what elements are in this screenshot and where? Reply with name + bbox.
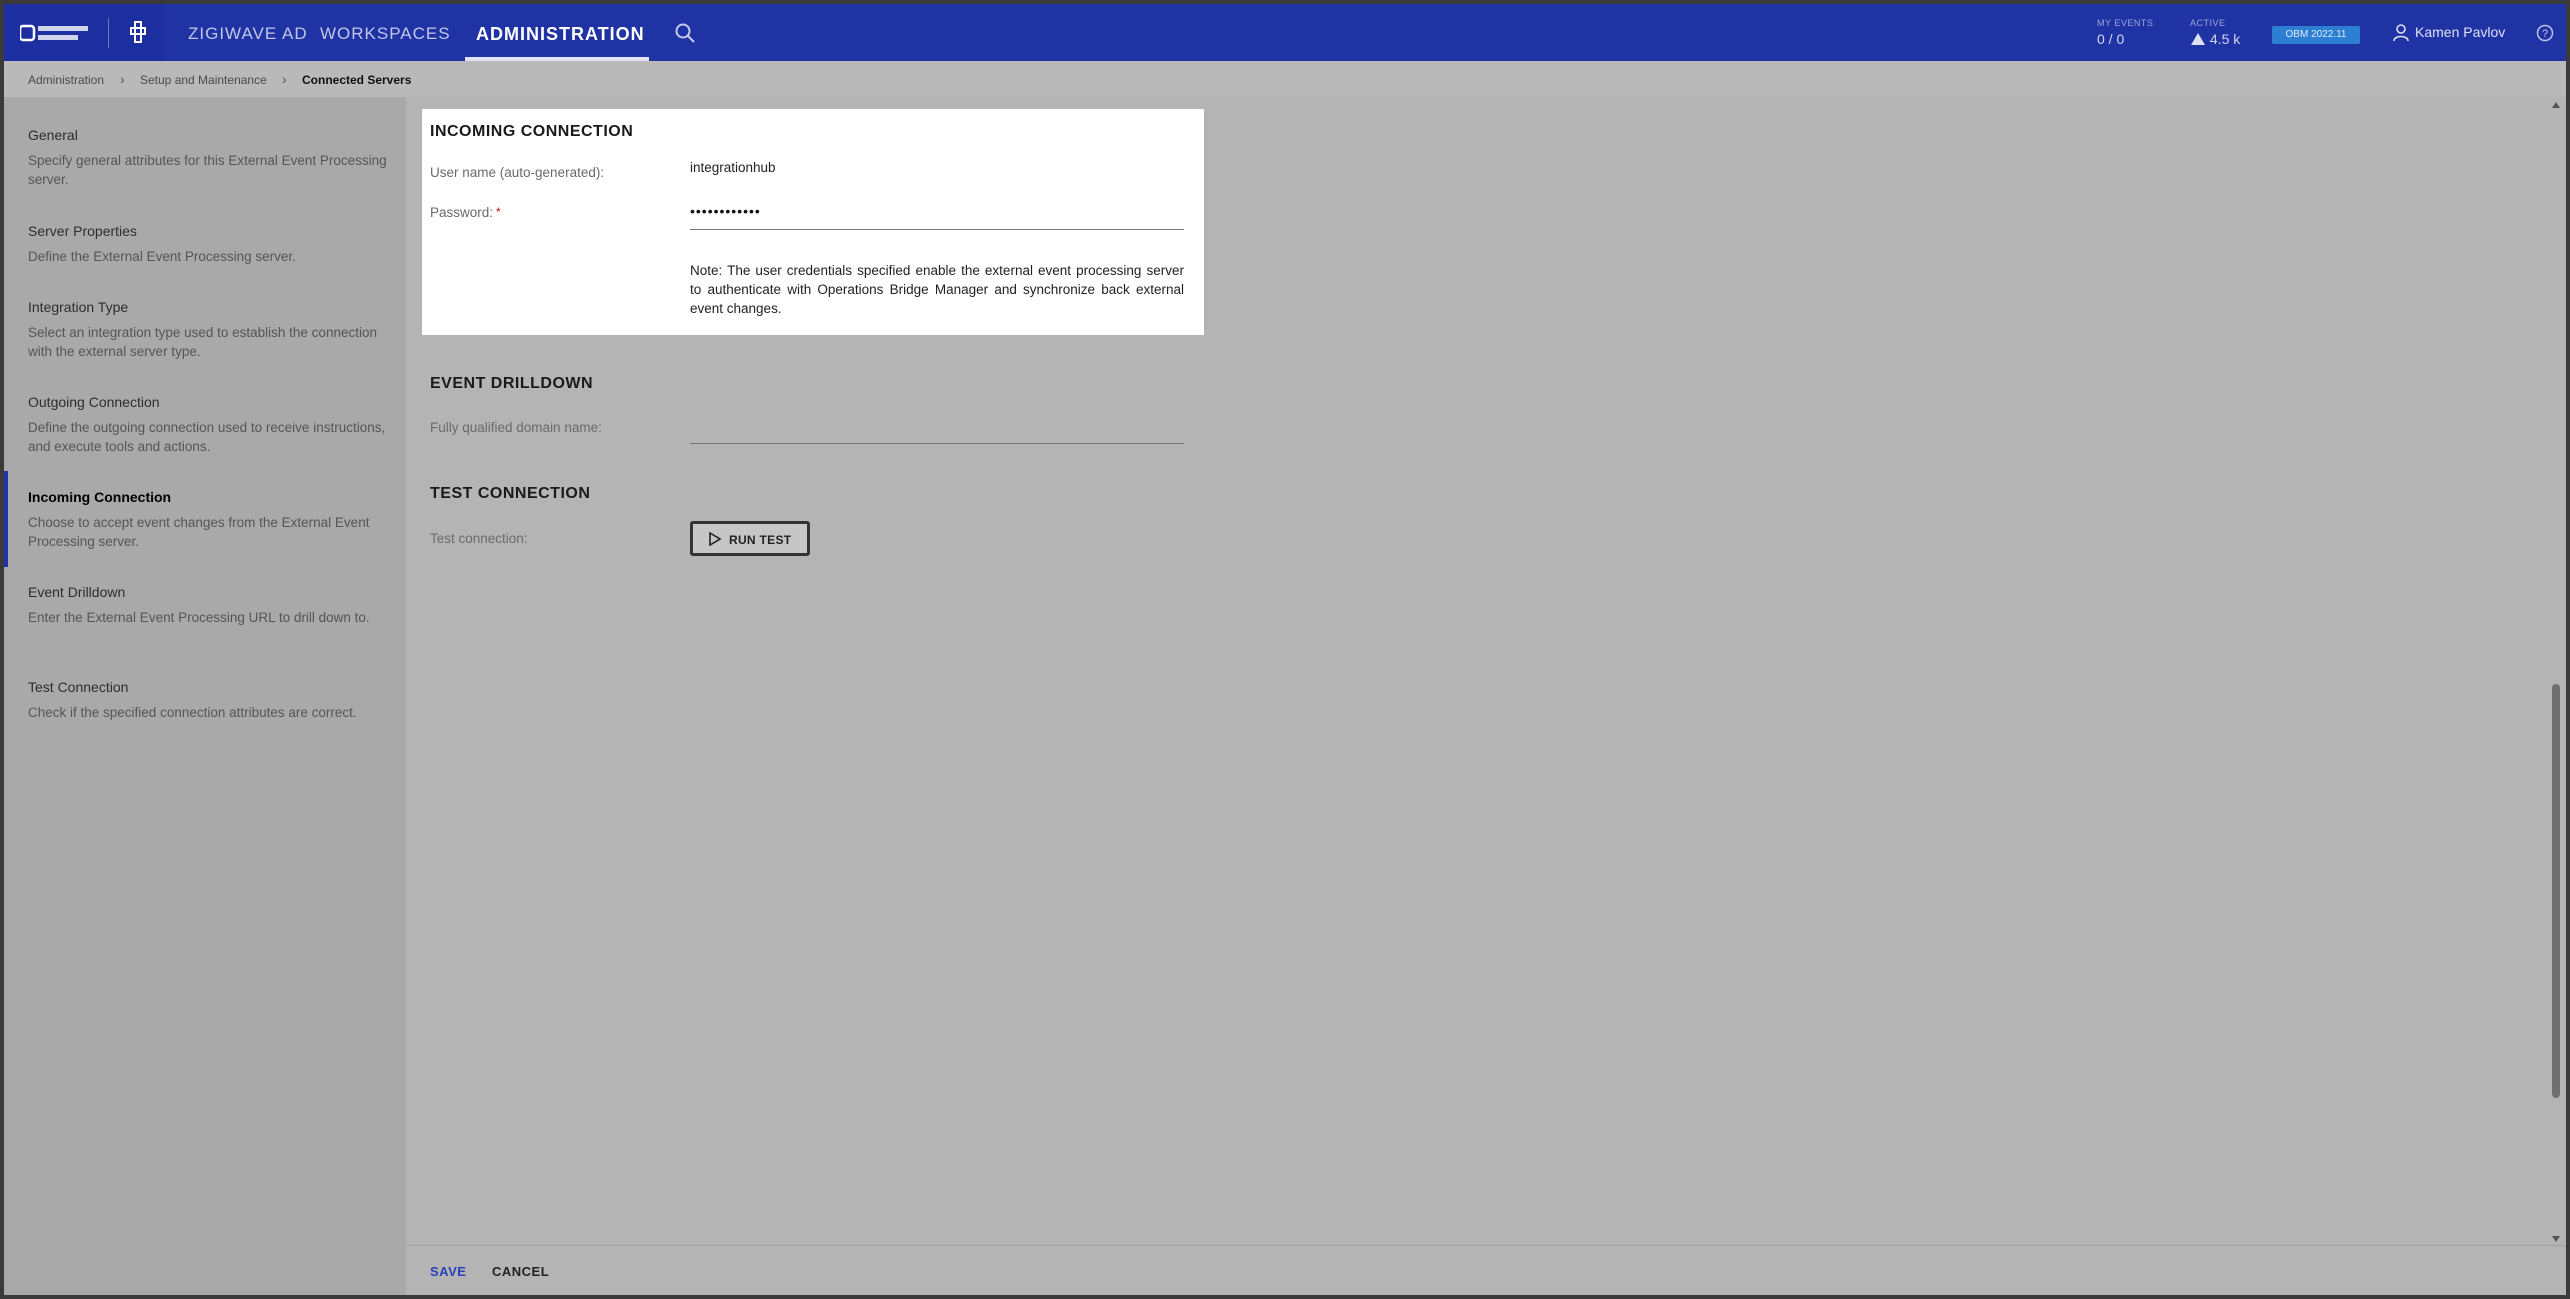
active-value-wrap: 4.5 k [2190,31,2240,47]
top-bar: ZIGIWAVE AD WORKSPACES ADMINISTRATION MY… [4,4,2566,61]
sidebar-item-title: Server Properties [28,223,137,239]
password-field[interactable]: •••••••••••• [690,203,761,219]
user-name[interactable]: Kamen Pavlov [2415,24,2505,40]
sidebar-item-general[interactable]: General Specify general attributes for t… [28,127,388,189]
main-content: INCOMING CONNECTION User name (auto-gene… [406,97,2566,1245]
sidebar: General Specify general attributes for t… [4,97,406,1295]
sidebar-item-test-connection[interactable]: Test Connection Check if the specified c… [28,679,388,722]
scroll-up-arrow[interactable] [2551,100,2561,110]
incoming-connection-title: INCOMING CONNECTION [430,123,634,140]
sidebar-active-indicator [4,471,8,567]
logo-area [4,4,164,61]
version-badge[interactable]: OBM 2022.11 [2272,26,2360,44]
sidebar-item-desc: Enter the External Event Processing URL … [28,610,370,625]
micro-focus-logo[interactable] [20,22,90,44]
fqdn-label: Fully qualified domain name: [430,420,602,435]
credentials-note: Note: The user credentials specified ena… [690,263,1184,316]
sidebar-item-desc: Choose to accept event changes from the … [28,515,370,549]
test-connection-label: Test connection: [430,531,528,546]
fqdn-input[interactable] [690,419,1184,441]
sidebar-item-server-properties[interactable]: Server Properties Define the External Ev… [28,223,388,266]
username-label: User name (auto-generated): [430,165,605,180]
scroll-down-arrow[interactable] [2551,1234,2561,1244]
sidebar-item-desc: Define the outgoing connection used to r… [28,420,386,454]
password-label: Password: [430,205,494,220]
sidebar-item-desc: Check if the specified connection attrib… [28,705,357,720]
sidebar-item-desc: Define the External Event Processing ser… [28,249,296,264]
sidebar-item-title: Outgoing Connection [28,394,160,410]
chevron-right-icon: › [282,71,287,87]
home-icon[interactable] [126,18,150,46]
active-label: ACTIVE [2190,18,2226,28]
password-underline [690,229,1184,230]
breadcrumb: Administration › Setup and Maintenance ›… [4,61,2566,97]
my-events-value: 0 / 0 [2097,31,2125,47]
my-events-label: MY EVENTS [2097,18,2154,28]
sidebar-item-incoming-connection[interactable]: Incoming Connection Choose to accept eve… [28,489,388,551]
test-connection-title: TEST CONNECTION [430,485,591,502]
footer-bar: SAVE CANCEL [406,1245,2566,1295]
sidebar-item-title: Test Connection [28,679,129,695]
chevron-right-icon: › [120,71,125,87]
play-icon [709,532,721,546]
nav-workspaces[interactable]: WORKSPACES [320,4,451,61]
breadcrumb-administration[interactable]: Administration [28,73,104,87]
my-events-stat[interactable]: MY EVENTS 0 / 0 [2097,18,2153,47]
sidebar-item-title: Integration Type [28,299,129,315]
active-value: 4.5 k [2209,31,2241,47]
active-events-stat[interactable]: ACTIVE 4.5 k [2190,18,2240,47]
cancel-button[interactable]: CANCEL [492,1264,549,1279]
app-window: ZIGIWAVE AD WORKSPACES ADMINISTRATION MY… [4,4,2566,1295]
breadcrumb-connected-servers: Connected Servers [302,73,412,87]
run-test-button[interactable]: RUN TEST [690,521,810,556]
username-value: integrationhub [690,160,776,175]
run-test-label: RUN TEST [729,533,792,547]
save-button[interactable]: SAVE [430,1264,466,1279]
password-label-wrap: Password: * [430,205,501,220]
sidebar-item-desc: Select an integration type used to estab… [28,325,377,359]
sidebar-item-event-drilldown[interactable]: Event Drilldown Enter the External Event… [28,584,388,627]
sidebar-item-integration-type[interactable]: Integration Type Select an integration t… [28,299,388,361]
nav-zigiwave-ad[interactable]: ZIGIWAVE AD [188,4,308,61]
warning-icon [2191,33,2205,45]
sidebar-item-title: Event Drilldown [28,584,126,600]
scrollbar-thumb[interactable] [2552,684,2560,1098]
logo-divider [108,18,109,48]
svg-text:?: ? [2542,28,2548,40]
sidebar-item-outgoing-connection[interactable]: Outgoing Connection Define the outgoing … [28,394,388,456]
required-mark: * [496,205,501,219]
breadcrumb-setup[interactable]: Setup and Maintenance [140,73,267,87]
sidebar-item-title: General [28,127,78,143]
help-icon[interactable]: ? [2536,24,2554,42]
sidebar-item-title: Incoming Connection [28,489,172,505]
incoming-connection-card: INCOMING CONNECTION User name (auto-gene… [422,109,1204,335]
nav-administration[interactable]: ADMINISTRATION [476,4,645,61]
user-icon[interactable] [2393,24,2409,42]
search-icon[interactable] [674,22,696,44]
event-drilldown-title: EVENT DRILLDOWN [430,375,594,392]
fqdn-underline [690,443,1184,444]
sidebar-item-desc: Specify general attributes for this Exte… [28,153,387,187]
